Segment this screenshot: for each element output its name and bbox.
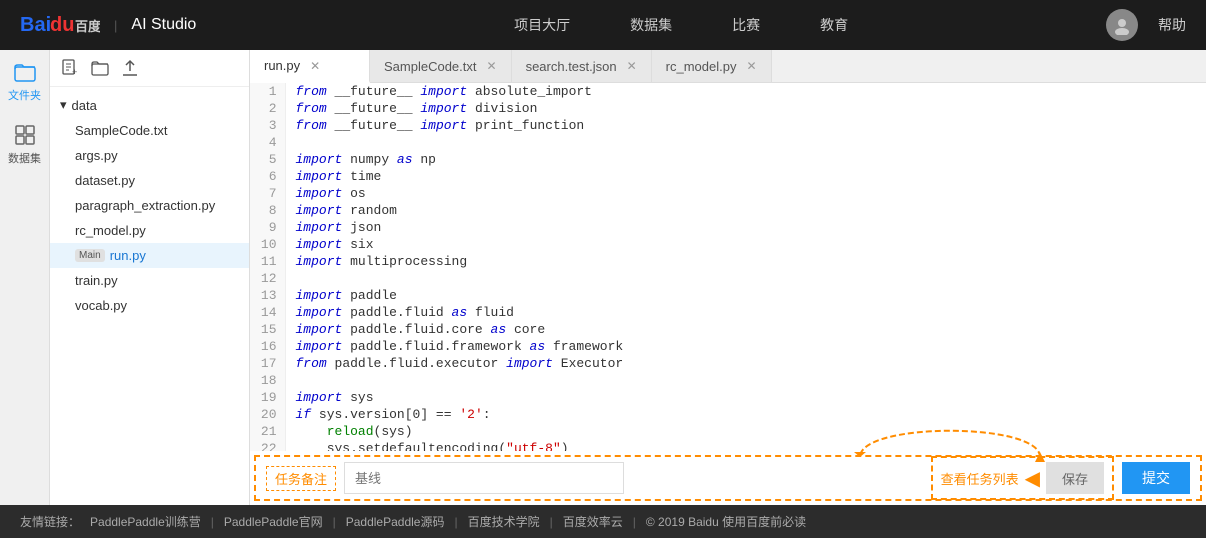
tab-label: SampleCode.txt [384, 59, 477, 74]
save-button[interactable]: 保存 [1046, 462, 1104, 494]
baseline-input[interactable] [344, 462, 624, 494]
code-line: 4 [250, 134, 1206, 151]
file-dataset[interactable]: dataset.py [50, 168, 249, 193]
nav-datasets[interactable]: 数据集 [630, 10, 672, 40]
code-line: 20if sys.version[0] == '2': [250, 406, 1206, 423]
avatar[interactable] [1106, 9, 1138, 41]
code-line: 18 [250, 372, 1206, 389]
footer-link-paddleofficial[interactable]: PaddlePaddle官网 [224, 513, 323, 530]
file-rc-model[interactable]: rc_model.py [50, 218, 249, 243]
footer: 友情链接： PaddlePaddle训练营 | PaddlePaddle官网 |… [0, 505, 1206, 538]
code-line: 6import time [250, 168, 1206, 185]
svg-text:Bai: Bai [20, 14, 51, 36]
folder-data[interactable]: ▾ data [50, 92, 249, 118]
code-line: 5import numpy as np [250, 151, 1206, 168]
editor-tabs: run.py ✕ SampleCode.txt ✕ search.test.js… [250, 50, 1206, 83]
svg-text:百度: 百度 [75, 19, 100, 34]
code-line: 1from __future__ import absolute_import [250, 83, 1206, 100]
tab-close-sample[interactable]: ✕ [487, 59, 497, 73]
tab-rc-model[interactable]: rc_model.py ✕ [652, 50, 772, 82]
sidebar-icons: 文件夹 数据集 [0, 50, 50, 505]
file-run[interactable]: Main run.py [50, 243, 249, 268]
code-line: 14import paddle.fluid as fluid [250, 304, 1206, 321]
nav-projects[interactable]: 项目大厅 [514, 10, 570, 40]
svg-text:+: + [72, 67, 77, 77]
footer-link-baiducloud[interactable]: 百度效率云 [563, 513, 623, 530]
editor-area: run.py ✕ SampleCode.txt ✕ search.test.js… [250, 50, 1206, 505]
logo-area: Bai du 百度 | AI Studio [20, 9, 196, 42]
file-tree: ▾ data SampleCode.txt args.py dataset.py… [50, 87, 249, 505]
file-vocab[interactable]: vocab.py [50, 293, 249, 318]
code-line: 8import random [250, 202, 1206, 219]
code-line: 2from __future__ import division [250, 100, 1206, 117]
folder-icon [13, 60, 37, 84]
footer-prefix: 友情链接： [20, 513, 80, 530]
tab-close-run[interactable]: ✕ [310, 59, 320, 73]
file-args[interactable]: args.py [50, 143, 249, 168]
code-line: 3from __future__ import print_function [250, 117, 1206, 134]
tab-label: search.test.json [526, 59, 617, 74]
code-editor[interactable]: 1from __future__ import absolute_import … [250, 83, 1206, 451]
code-line: 11import multiprocessing [250, 253, 1206, 270]
sidebar-item-datasets[interactable]: 数据集 [8, 123, 41, 166]
dataset-label: 数据集 [8, 150, 41, 166]
code-line: 9import json [250, 219, 1206, 236]
ai-studio-label: AI Studio [131, 16, 196, 34]
chevron-icon: ▾ [60, 97, 67, 113]
tab-label: rc_model.py [666, 59, 737, 74]
code-line: 12 [250, 270, 1206, 287]
top-navigation: Bai du 百度 | AI Studio 项目大厅 数据集 比赛 教育 帮助 [0, 0, 1206, 50]
tab-samplecode[interactable]: SampleCode.txt ✕ [370, 50, 512, 82]
footer-link-baidutech[interactable]: 百度技术学院 [468, 513, 540, 530]
file-train[interactable]: train.py [50, 268, 249, 293]
footer-link-paddlecamp[interactable]: PaddlePaddle训练营 [90, 513, 201, 530]
code-line: 13import paddle [250, 287, 1206, 304]
submit-button[interactable]: 提交 [1122, 462, 1190, 494]
file-paragraph[interactable]: paragraph_extraction.py [50, 193, 249, 218]
code-line: 10import six [250, 236, 1206, 253]
tab-close-search[interactable]: ✕ [627, 59, 637, 73]
code-line: 17from paddle.fluid.executor import Exec… [250, 355, 1206, 372]
file-samplecode[interactable]: SampleCode.txt [50, 118, 249, 143]
svg-text:du: du [50, 14, 74, 36]
tab-close-rc[interactable]: ✕ [746, 59, 756, 73]
footer-copyright: © 2019 Baidu 使用百度前必读 [646, 513, 806, 530]
code-line: 15import paddle.fluid.core as core [250, 321, 1206, 338]
file-panel: + ▾ data SampleCode.txt args.py dataset.… [50, 50, 250, 505]
file-toolbar: + [50, 50, 249, 87]
code-line: 16import paddle.fluid.framework as frame… [250, 338, 1206, 355]
footer-link-paddlesrc[interactable]: PaddlePaddle源码 [346, 513, 445, 530]
nav-competition[interactable]: 比赛 [732, 10, 760, 40]
arrow-icon: ◀ [1025, 466, 1040, 491]
dataset-icon [13, 123, 37, 147]
new-folder-button[interactable] [90, 58, 110, 78]
sidebar-item-files[interactable]: 文件夹 [8, 60, 41, 103]
nav-education[interactable]: 教育 [820, 10, 848, 40]
code-table: 1from __future__ import absolute_import … [250, 83, 1206, 451]
upload-button[interactable] [120, 58, 140, 78]
bottom-bar: 任务备注 查看任务列表 ◀ 保存 提交 [254, 455, 1202, 501]
code-line: 22 sys.setdefaultencoding("utf-8") [250, 440, 1206, 451]
main-area: 文件夹 数据集 + [0, 50, 1206, 505]
task-note-label: 任务备注 [266, 466, 336, 491]
view-tasks-button[interactable]: 查看任务列表 [941, 462, 1019, 494]
nav-right: 帮助 [1106, 9, 1186, 41]
code-line: 21 reload(sys) [250, 423, 1206, 440]
tab-run-py[interactable]: run.py ✕ [250, 50, 370, 83]
baidu-logo: Bai du 百度 [20, 9, 100, 42]
tab-search-test[interactable]: search.test.json ✕ [512, 50, 652, 82]
help-link[interactable]: 帮助 [1158, 15, 1186, 35]
code-line: 19import sys [250, 389, 1206, 406]
folder-label: 文件夹 [8, 87, 41, 103]
code-line: 7import os [250, 185, 1206, 202]
main-badge: Main [75, 249, 105, 262]
tab-label: run.py [264, 58, 300, 73]
new-file-button[interactable]: + [60, 58, 80, 78]
nav-items: 项目大厅 数据集 比赛 教育 [256, 10, 1106, 40]
